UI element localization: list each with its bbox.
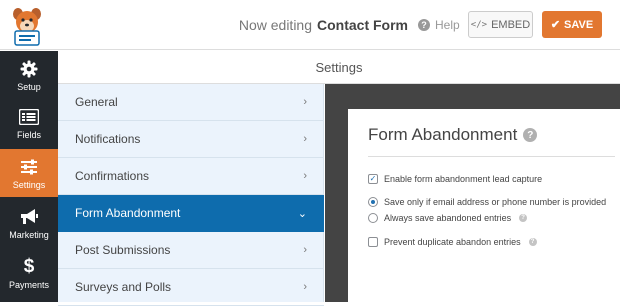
help-link[interactable]: ? Help [418, 16, 460, 34]
settings-nav-label: Form Abandonment [75, 206, 181, 220]
fields-list-icon [19, 107, 39, 127]
sidebar-item-label: Fields [16, 129, 41, 140]
sidebar-item-fields[interactable]: Fields [0, 99, 58, 147]
chevron-right-icon: › [303, 96, 307, 108]
check-icon: ✔ [550, 19, 561, 31]
settings-nav-label: Post Submissions [75, 243, 171, 257]
prevent-duplicates-option: Prevent duplicate abandon entries ? [368, 237, 537, 247]
builder-sidebar: Setup Fields Settings Marketing $ Paymen… [0, 51, 58, 302]
settings-nav-label: Confirmations [75, 169, 150, 183]
question-circle-icon: ? [418, 19, 430, 31]
save-button[interactable]: ✔ SAVE [542, 11, 602, 38]
settings-nav: General › Notifications › Confirmations … [58, 84, 324, 306]
form-name: Contact Form [317, 17, 408, 33]
sidebar-item-label: Payments [8, 279, 50, 290]
settings-nav-label: Surveys and Polls [75, 280, 172, 294]
chevron-right-icon: › [303, 244, 307, 256]
form-abandonment-panel: Form Abandonment ? ✓ Enable form abandon… [348, 109, 620, 302]
sliders-icon [20, 157, 38, 177]
chevron-right-icon: › [303, 170, 307, 182]
editing-prefix: Now editing [238, 17, 312, 33]
panel-title-text: Form Abandonment [368, 125, 518, 144]
settings-nav-item-general[interactable]: General › [58, 84, 324, 121]
save-if-contact-label: Save only if email address or phone numb… [384, 197, 607, 207]
embed-button[interactable]: </> EMBED [468, 11, 533, 38]
prevent-duplicates-checkbox[interactable] [368, 237, 378, 247]
enable-lead-capture-option: ✓ Enable form abandonment lead capture [368, 174, 542, 184]
top-header: Now editing Contact Form ? Help </> EMBE… [0, 0, 620, 50]
help-label: Help [435, 18, 460, 32]
sidebar-item-label: Marketing [9, 229, 49, 240]
settings-nav-item-surveys-and-polls[interactable]: Surveys and Polls › [58, 269, 324, 306]
settings-nav-item-notifications[interactable]: Notifications › [58, 121, 324, 158]
settings-nav-label: General [75, 95, 118, 109]
page-title-bar: Settings [58, 51, 620, 84]
help-tooltip-icon[interactable]: ? [528, 238, 537, 246]
settings-nav-item-post-submissions[interactable]: Post Submissions › [58, 232, 324, 269]
chevron-right-icon: › [303, 281, 307, 293]
sidebar-item-marketing[interactable]: Marketing [0, 199, 58, 247]
panel-title: Form Abandonment ? [368, 125, 538, 145]
settings-nav-label: Notifications [75, 132, 141, 146]
sidebar-item-label: Setup [17, 81, 41, 92]
sidebar-item-label: Settings [12, 179, 46, 190]
gear-icon [20, 59, 38, 79]
embed-label: EMBED [491, 18, 531, 31]
always-save-option: Always save abandoned entries ? [368, 213, 528, 223]
help-tooltip-icon[interactable]: ? [523, 128, 538, 142]
wpforms-logo-icon [5, 4, 49, 46]
sidebar-item-settings[interactable]: Settings [0, 149, 58, 197]
help-tooltip-icon[interactable]: ? [519, 214, 528, 222]
always-save-label: Always save abandoned entries [384, 213, 512, 223]
sidebar-item-payments[interactable]: $ Payments [0, 249, 58, 297]
settings-nav-item-confirmations[interactable]: Confirmations › [58, 158, 324, 195]
sidebar-item-setup[interactable]: Setup [0, 51, 58, 99]
settings-nav-item-form-abandonment[interactable]: Form Abandonment ⌄ [58, 195, 324, 232]
enable-lead-capture-label: Enable form abandonment lead capture [384, 174, 543, 184]
radio-selected-dot [371, 200, 375, 204]
save-label: SAVE [564, 18, 594, 31]
prevent-duplicates-label: Prevent duplicate abandon entries [384, 237, 521, 247]
chevron-right-icon: › [303, 133, 307, 145]
settings-content: Form Abandonment ? ✓ Enable form abandon… [325, 84, 620, 302]
editing-indicator: Now editing Contact Form [238, 0, 408, 50]
save-if-contact-option: Save only if email address or phone numb… [368, 197, 606, 207]
megaphone-icon [19, 207, 39, 227]
panel-divider [368, 156, 615, 157]
always-save-radio[interactable] [368, 213, 378, 223]
dollar-icon: $ [23, 255, 35, 277]
code-icon: </> [470, 19, 488, 30]
enable-lead-capture-checkbox[interactable]: ✓ [368, 174, 378, 184]
chevron-down-icon: ⌄ [297, 207, 307, 220]
save-if-contact-radio[interactable] [368, 197, 378, 207]
page-title: Settings [315, 59, 363, 75]
